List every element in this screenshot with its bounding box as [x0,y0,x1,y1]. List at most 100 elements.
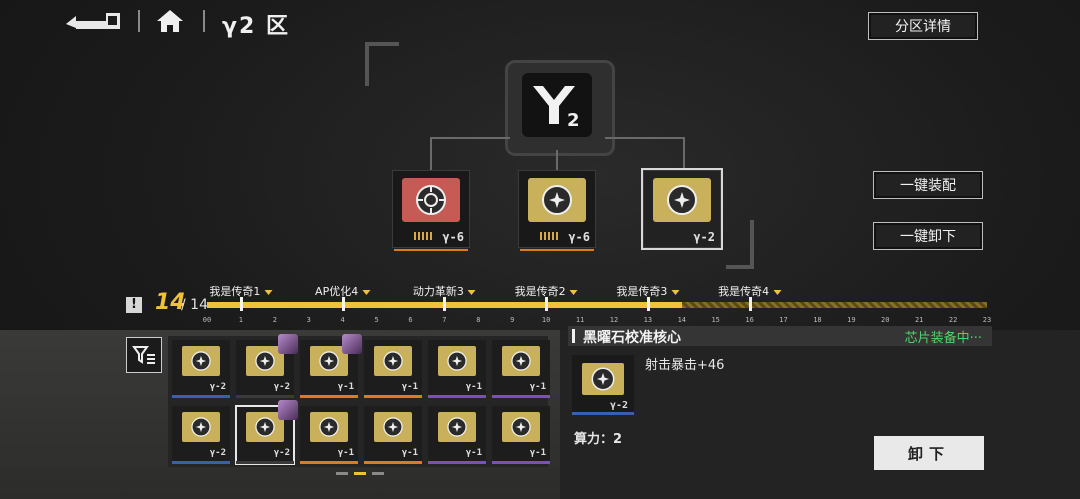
inventory-chip-slot[interactable]: γ-2 [172,406,230,464]
chip-emblem-icon [502,346,540,376]
unequip-all-button[interactable]: 一键卸下 [873,222,983,250]
chip-name: 黑曜石校准核心 [583,330,681,346]
inventory-chip-slot[interactable]: γ-1 [300,406,358,464]
tick-number: 10 [541,316,551,324]
tick-number: 16 [745,316,754,324]
tick-number: 4 [340,316,345,324]
sparkle-target-icon [582,363,624,395]
rarity-bar [172,461,230,464]
chip-label: γ-1 [465,448,482,458]
chip-label: γ-2 [273,448,290,458]
milestone-label[interactable]: 我是传奇4 [718,283,781,299]
milestone-tick [646,297,650,311]
tick-number: 23 [982,316,992,324]
core-node: 2 [505,60,615,156]
chip-label: γ-6 [442,230,464,244]
tick-number: 21 [914,316,924,324]
chip-label: γ-2 [609,400,628,411]
character-avatar-icon [342,334,362,354]
chip-label: γ-1 [401,448,418,458]
tick-number: 00 [202,316,212,324]
compute-power: 算力：2 [574,432,623,447]
zone-details-button[interactable]: 分区详情 [868,12,978,40]
milestone-label[interactable]: 动力革新3 [413,283,476,299]
tick-number: 3 [306,316,311,324]
crosshair-icon [402,178,460,222]
home-button[interactable] [155,8,185,34]
chip-emblem-icon [438,412,476,442]
inventory-chip-slot[interactable]: γ-2 [172,340,230,398]
inventory-chip-slot[interactable]: γ-2 [235,400,298,465]
chip-stat: 射击暴击+46 [645,358,725,373]
chip-label: γ-1 [401,382,418,392]
inventory-chip-slot[interactable]: γ-1 [428,406,486,464]
equipped-chip-gold-gamma6[interactable]: γ-6 [518,170,596,251]
tick-number: 12 [609,316,619,324]
tick-number: 5 [374,316,379,324]
tick-number: 15 [711,316,720,324]
connector-line [683,137,685,170]
chip-emblem-icon [438,346,476,376]
unload-button[interactable]: 卸下 [874,436,984,470]
rarity-bar [428,395,486,398]
milestone-tick [545,297,549,311]
inventory-chip-slot[interactable]: γ-1 [492,406,550,464]
chip-label: γ-1 [337,382,354,392]
home-icon [157,10,183,32]
back-button[interactable] [62,8,124,34]
inventory-chip-slot[interactable]: γ-1 [300,334,362,398]
header-divider [203,10,205,32]
equipped-chip-red-gamma6[interactable]: γ-6 [392,170,470,251]
zone-title: γ2 区 [222,14,290,39]
filter-icon [132,346,155,364]
filter-button[interactable] [126,337,162,373]
connector-line [430,137,510,139]
gamma2-core-icon: 2 [522,73,592,137]
milestone-label[interactable]: AP优化4 [315,283,370,299]
sparkle-target-icon [528,178,586,222]
connector-line [556,150,558,170]
equip-status: 芯片装备中··· [904,331,982,346]
inventory-chip-slot[interactable]: γ-1 [364,340,422,398]
sparkle-target-icon [653,178,711,222]
tick-number: 1 [238,316,244,324]
header-divider [138,10,140,32]
chip-label: γ-2 [209,382,226,392]
frame-bracket [365,42,399,86]
milestone-tick [341,297,345,311]
header-accent [572,329,575,343]
rarity-bar [364,461,422,464]
chip-emblem-icon [502,412,540,442]
rarity-bar [492,461,550,464]
tick-number: 6 [408,316,413,324]
chip-label: γ-1 [529,382,546,392]
milestone-label[interactable]: 我是传奇1 [209,283,272,299]
tick-number: 8 [476,316,481,324]
milestone-label[interactable]: 我是传奇3 [616,283,679,299]
connector-line [430,137,432,170]
tick-number: 17 [779,316,788,324]
chip-label: γ-1 [529,448,546,458]
inventory-chip-slot[interactable]: γ-1 [428,340,486,398]
rarity-bar [300,395,358,398]
tick-number: 14 [677,316,686,324]
chip-label: γ-1 [465,382,482,392]
chip-inventory-grid: γ-2 γ-2 γ-1 γ-1 γ-1 γ-1 γ-2 γ-2 γ-1 γ-1 γ-1 γ-1 [168,334,550,467]
equip-all-button[interactable]: 一键装配 [873,171,983,199]
milestone-tick [239,297,243,311]
inventory-chip-slot[interactable]: γ-1 [492,340,550,398]
chip-label: γ-2 [209,448,226,458]
milestone-label[interactable]: 我是传奇2 [515,283,578,299]
tick-number: 7 [442,316,447,324]
frame-bracket [726,220,754,269]
chip-label: γ-2 [693,230,715,244]
tick-number: 9 [510,316,515,324]
rarity-bar [236,395,294,398]
inventory-chip-slot[interactable]: γ-2 [236,334,298,398]
tick-number: 11 [575,316,585,324]
inventory-chip-slot[interactable]: γ-1 [364,406,422,464]
capacity-total: / 14 [181,297,208,313]
warning-icon[interactable]: ! [126,297,142,313]
equipped-chip-gold-gamma2[interactable]: γ-2 [641,168,723,250]
tick-number: 2 [272,316,277,324]
